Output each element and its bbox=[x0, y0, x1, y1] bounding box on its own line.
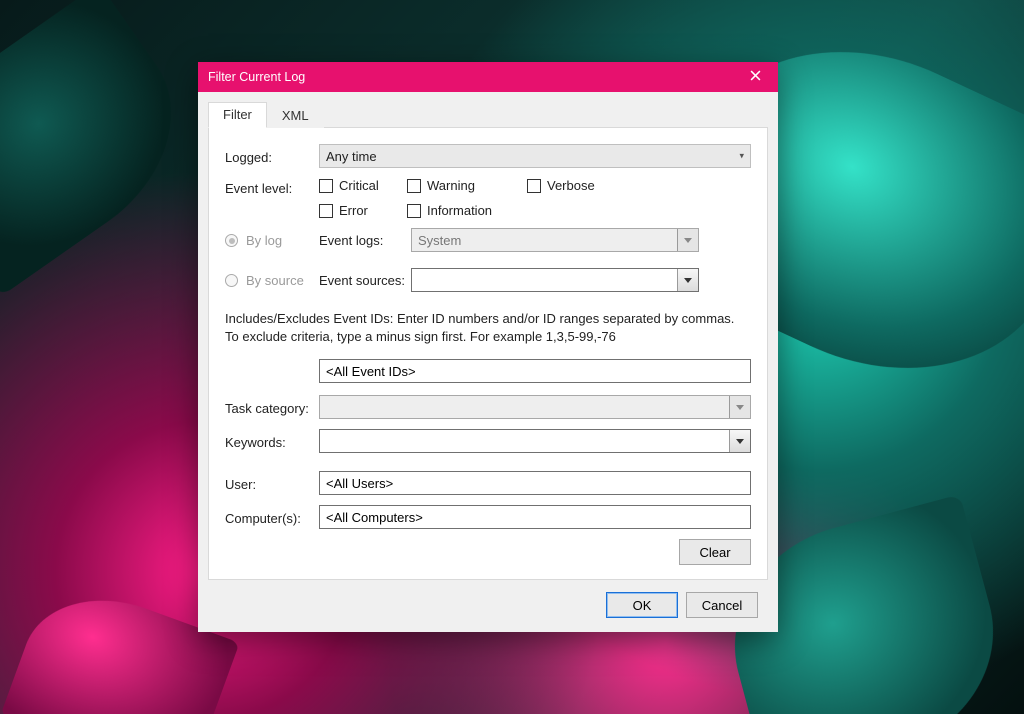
checkbox-icon bbox=[319, 179, 333, 193]
chevron-down-icon bbox=[677, 229, 698, 251]
checkbox-icon bbox=[407, 179, 421, 193]
chevron-down-icon[interactable] bbox=[677, 269, 698, 291]
checkbox-information[interactable]: Information bbox=[407, 203, 527, 218]
label-computers: Computer(s): bbox=[225, 508, 319, 526]
label-keywords: Keywords: bbox=[225, 432, 319, 450]
logged-dropdown[interactable]: Any time ▾ bbox=[319, 144, 751, 168]
tabstrip: Filter XML bbox=[208, 102, 768, 128]
event-ids-input[interactable] bbox=[319, 359, 751, 383]
titlebar[interactable]: Filter Current Log bbox=[198, 62, 778, 92]
filter-log-dialog: Filter Current Log Filter XML Logged: An bbox=[198, 62, 778, 632]
label-task-category: Task category: bbox=[225, 398, 319, 416]
event-sources-value bbox=[412, 269, 677, 291]
dialog-footer: OK Cancel bbox=[208, 580, 768, 620]
radio-label: By source bbox=[246, 273, 304, 288]
checkbox-label: Verbose bbox=[547, 178, 595, 193]
radio-by-log: By log bbox=[225, 233, 282, 248]
dialog-client-area: Filter XML Logged: Any time ▾ Even bbox=[198, 92, 778, 632]
ok-button[interactable]: OK bbox=[606, 592, 678, 618]
window-title: Filter Current Log bbox=[208, 70, 733, 84]
event-logs-dropdown: System bbox=[411, 228, 699, 252]
checkbox-warning[interactable]: Warning bbox=[407, 178, 527, 193]
checkbox-label: Error bbox=[339, 203, 368, 218]
checkbox-label: Warning bbox=[427, 178, 475, 193]
task-category-value bbox=[320, 396, 729, 418]
computers-input[interactable] bbox=[319, 505, 751, 529]
desktop-background: Filter Current Log Filter XML Logged: An bbox=[0, 0, 1024, 714]
label-event-sources: Event sources: bbox=[319, 273, 411, 288]
checkbox-label: Critical bbox=[339, 178, 379, 193]
checkbox-icon bbox=[319, 204, 333, 218]
close-button[interactable] bbox=[733, 62, 778, 92]
checkbox-icon bbox=[527, 179, 541, 193]
task-category-dropdown bbox=[319, 395, 751, 419]
chevron-down-icon bbox=[729, 396, 750, 418]
clear-button[interactable]: Clear bbox=[679, 539, 751, 565]
checkbox-label: Information bbox=[427, 203, 492, 218]
logged-value: Any time bbox=[326, 149, 377, 164]
bg-decoration bbox=[0, 0, 214, 296]
chevron-down-icon: ▾ bbox=[739, 151, 744, 162]
keywords-value bbox=[320, 430, 729, 452]
tab-xml[interactable]: XML bbox=[267, 103, 324, 128]
event-ids-help: Includes/Excludes Event IDs: Enter ID nu… bbox=[225, 310, 751, 345]
radio-by-source: By source bbox=[225, 273, 304, 288]
checkbox-verbose[interactable]: Verbose bbox=[527, 178, 637, 193]
checkbox-icon bbox=[407, 204, 421, 218]
event-sources-dropdown[interactable] bbox=[411, 268, 699, 292]
chevron-down-icon[interactable] bbox=[729, 430, 750, 452]
close-icon bbox=[750, 70, 761, 84]
user-input[interactable] bbox=[319, 471, 751, 495]
label-user: User: bbox=[225, 474, 319, 492]
event-logs-value: System bbox=[412, 229, 677, 251]
radio-icon bbox=[225, 234, 238, 247]
cancel-button[interactable]: Cancel bbox=[686, 592, 758, 618]
keywords-dropdown[interactable] bbox=[319, 429, 751, 453]
label-logged: Logged: bbox=[225, 147, 319, 165]
radio-label: By log bbox=[246, 233, 282, 248]
tabpage-filter: Logged: Any time ▾ Event level: bbox=[208, 128, 768, 580]
tab-filter[interactable]: Filter bbox=[208, 102, 267, 128]
radio-icon bbox=[225, 274, 238, 287]
label-event-level: Event level: bbox=[225, 178, 319, 196]
label-event-logs: Event logs: bbox=[319, 233, 411, 248]
checkbox-error[interactable]: Error bbox=[319, 203, 407, 218]
checkbox-critical[interactable]: Critical bbox=[319, 178, 407, 193]
